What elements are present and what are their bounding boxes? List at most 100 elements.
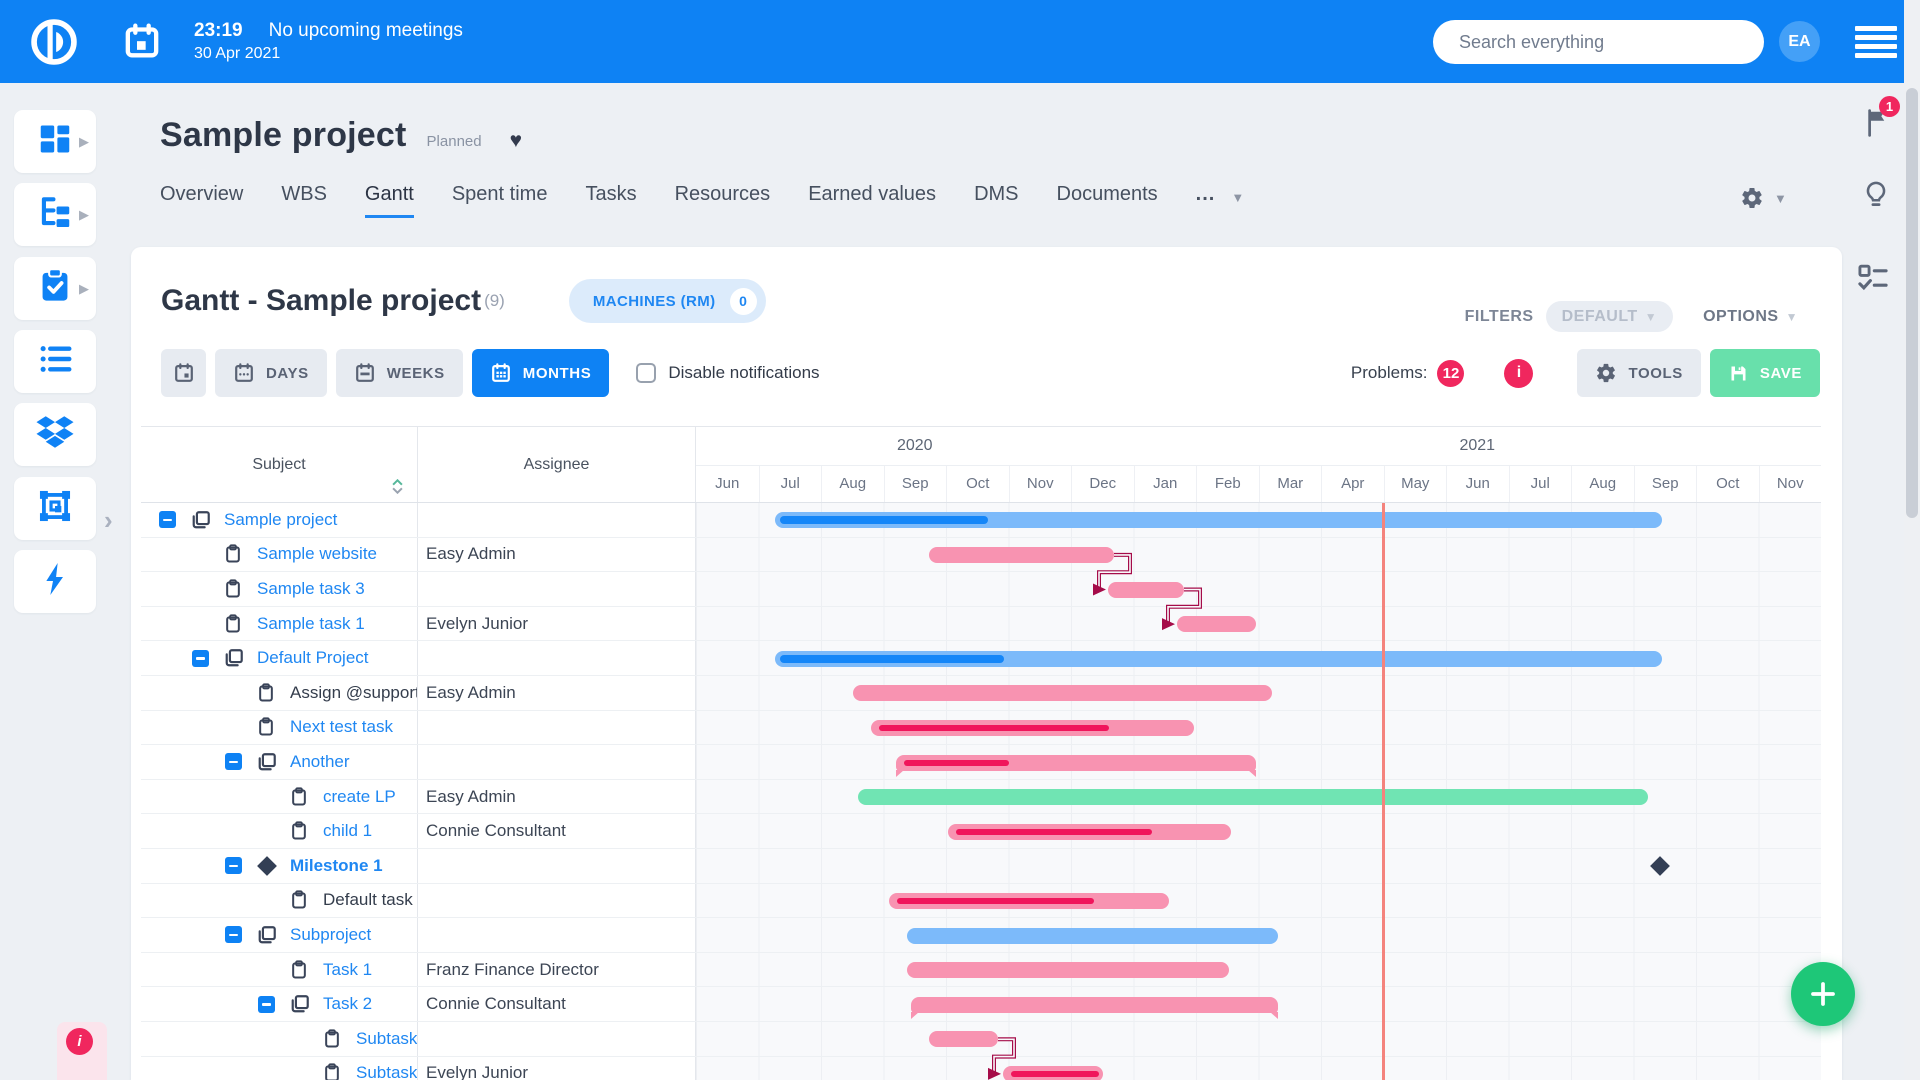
tab-gantt[interactable]: Gantt	[364, 183, 414, 218]
task-icon	[290, 821, 310, 841]
subject-link[interactable]: child 1	[323, 821, 372, 841]
gantt-bar[interactable]	[858, 789, 1648, 806]
filters-default-pill[interactable]: DEFAULT ▼	[1545, 301, 1674, 332]
disable-notifications-checkbox[interactable]: Disable notifications	[636, 363, 820, 383]
gantt-bar[interactable]	[948, 823, 1231, 840]
subject-link[interactable]: Subproject	[290, 925, 371, 945]
tab-documents[interactable]: Documents	[1057, 183, 1158, 218]
gantt-bar[interactable]	[1003, 1065, 1103, 1080]
app-logo-icon[interactable]	[28, 16, 80, 68]
checkbox-box[interactable]	[636, 363, 657, 383]
lightbulb-icon[interactable]	[1862, 180, 1890, 217]
sidebar-expand-icon[interactable]: ›	[104, 505, 113, 536]
subject-link[interactable]: Next test task	[290, 717, 393, 737]
tab-spent-time[interactable]: Spent time	[452, 183, 548, 218]
collapse-minus-icon[interactable]	[225, 753, 242, 771]
info-icon[interactable]: i	[1504, 358, 1534, 388]
vertical-scrollbar[interactable]	[1904, 0, 1920, 1080]
subject-link[interactable]: Subtask	[356, 1029, 417, 1049]
avatar[interactable]: EA	[1779, 21, 1820, 62]
gantt-bar[interactable]	[775, 650, 1662, 667]
tools-button[interactable]: TOOLS	[1577, 349, 1701, 397]
tab-earned-values[interactable]: Earned values	[808, 183, 936, 218]
sidebar-item-quick-actions[interactable]	[14, 550, 96, 613]
scale-weeks-button[interactable]: WEEKS	[335, 349, 463, 397]
subject-link[interactable]: Sample task 3	[257, 579, 365, 599]
scale-months-button[interactable]: MONTHS	[471, 349, 610, 397]
flag-count-badge[interactable]: 1	[1879, 96, 1900, 117]
gantt-bar[interactable]	[929, 546, 1114, 563]
sort-icon[interactable]	[392, 479, 403, 494]
resource-filter-badge[interactable]: MACHINES (RM) 0	[568, 279, 766, 323]
gantt-panel: Gantt - Sample project (9) MACHINES (RM)…	[131, 247, 1842, 1080]
subject-link[interactable]: Another	[290, 752, 350, 772]
subject-link[interactable]: Milestone 1	[290, 856, 383, 876]
subject-cell: Default task	[141, 883, 418, 918]
gantt-bar[interactable]	[853, 685, 1272, 702]
column-header-assignee[interactable]: Assignee	[418, 427, 696, 502]
sidebar-item-list[interactable]	[14, 330, 96, 393]
collapse-minus-icon[interactable]	[192, 649, 209, 667]
sidebar-item-dropbox[interactable]	[14, 403, 96, 466]
resource-badge-label: MACHINES (RM)	[592, 292, 716, 310]
subject-link[interactable]: Default task	[323, 890, 413, 910]
tab-dms[interactable]: DMS	[974, 183, 1018, 218]
collapse-minus-icon[interactable]	[225, 857, 242, 875]
gantt-bar[interactable]	[775, 512, 1662, 529]
gantt-bar[interactable]	[1108, 581, 1184, 598]
help-info-button[interactable]: i	[66, 1028, 93, 1055]
add-task-button[interactable]	[1791, 962, 1855, 1026]
column-header-subject[interactable]: Subject	[141, 427, 418, 502]
calendar-icon[interactable]	[122, 22, 162, 62]
subject-link[interactable]: Assign @support	[290, 683, 417, 703]
save-button[interactable]: SAVE	[1709, 349, 1820, 397]
collapse-minus-icon[interactable]	[258, 995, 275, 1013]
task-icon	[224, 613, 244, 634]
scrollbar-thumb[interactable]	[1906, 88, 1918, 518]
favorite-heart-icon[interactable]: ♥	[510, 129, 522, 153]
tab-wbs[interactable]: WBS	[281, 183, 327, 218]
collapse-minus-icon[interactable]	[225, 926, 242, 944]
gantt-bar-progress	[897, 897, 1094, 904]
gantt-bar[interactable]	[889, 892, 1169, 909]
sidebar-item-wbs-tree[interactable]: ▶	[14, 183, 96, 246]
filters-label[interactable]: FILTERS	[1465, 308, 1534, 326]
checklist-icon[interactable]	[1856, 262, 1890, 299]
gantt-bar[interactable]	[907, 927, 1278, 944]
menu-icon[interactable]	[1855, 26, 1897, 58]
sidebar-item-artboard[interactable]	[14, 477, 96, 540]
gantt-bar[interactable]	[907, 962, 1229, 979]
subject-link[interactable]: Task 1	[323, 960, 372, 980]
subject-cell: create LP	[141, 779, 418, 814]
subject-link[interactable]: Sample project	[224, 510, 337, 530]
tab-resources[interactable]: Resources	[675, 183, 771, 218]
subject-link[interactable]: create LP	[323, 787, 396, 807]
project-settings-control[interactable]: ▼	[1740, 186, 1787, 210]
subject-link[interactable]: Task 2	[323, 994, 372, 1014]
subject-link[interactable]: Sample task 1	[257, 614, 365, 634]
gantt-bar[interactable]	[929, 1031, 998, 1048]
sidebar-item-dashboard[interactable]: ▶	[14, 110, 96, 173]
gantt-bar-progress	[956, 828, 1152, 835]
search-input[interactable]	[1433, 20, 1764, 64]
collapse-minus-icon[interactable]	[159, 511, 176, 529]
project-tabs: Overview WBS Gantt Spent time Tasks Resources…	[160, 183, 1244, 218]
problems-count-badge[interactable]: 12	[1437, 359, 1465, 387]
gantt-bar[interactable]	[896, 754, 1256, 777]
gantt-milestone-marker[interactable]	[1650, 856, 1670, 877]
subject-link[interactable]: Sample website	[257, 544, 377, 564]
dashboard-icon	[36, 120, 74, 163]
sidebar-item-tasks[interactable]: ▶	[14, 257, 96, 320]
gantt-bar[interactable]	[1177, 616, 1256, 633]
gantt-bar[interactable]	[871, 719, 1194, 736]
gantt-bar[interactable]	[911, 996, 1278, 1019]
calendar-range-button[interactable]	[161, 349, 206, 397]
options-label[interactable]: OPTIONS ▼	[1703, 308, 1798, 326]
scale-days-button[interactable]: DAYS	[215, 349, 327, 397]
subject-link[interactable]: Default Project	[257, 648, 369, 668]
tab-overview[interactable]: Overview	[160, 183, 243, 218]
tab--[interactable]: ...	[1196, 183, 1216, 218]
subject-link[interactable]: Subtask	[356, 1063, 417, 1080]
tabs-more-caret-icon[interactable]: ▼	[1231, 190, 1244, 211]
tab-tasks[interactable]: Tasks	[585, 183, 636, 218]
